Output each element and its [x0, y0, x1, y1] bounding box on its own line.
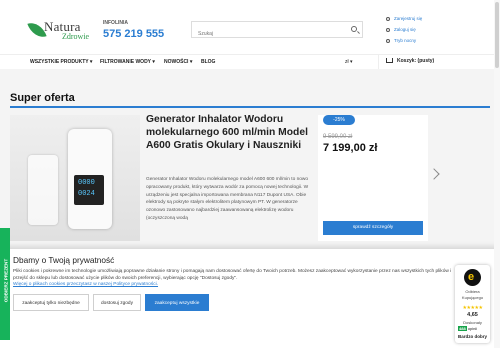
hotline-label: INFOLINIA [103, 20, 128, 26]
nav-blog[interactable]: BLOG [201, 59, 215, 65]
moon-icon [386, 39, 390, 43]
main-navigation: WSZYSTKIE PRODUKTY ▾ FILTROWANIE WODY ▾ … [0, 54, 500, 70]
currency-selector[interactable]: zł ▾ [345, 59, 353, 65]
gift-side-tab[interactable]: ODBIERZ PREZENT [0, 228, 10, 340]
page-scrollbar[interactable] [494, 0, 500, 348]
next-arrow-icon[interactable] [428, 168, 440, 180]
cookie-text: Pliki cookies i pokrewne im technologie … [13, 269, 452, 288]
search-input[interactable] [192, 26, 342, 42]
discount-badge: -25% [323, 115, 355, 125]
user-icon [386, 17, 390, 21]
product-description: Generator Inhalator Wodoru molekularnego… [146, 177, 309, 221]
nav-new[interactable]: NOWOŚCI ▾ [164, 59, 192, 65]
rating-stars-icon: ★★★★★ [462, 305, 483, 311]
badge-footer: Bardzo dobry [457, 334, 487, 339]
ekomi-logo-icon [464, 269, 481, 286]
hydrogen-generator-image: 0000 0024 [68, 129, 112, 229]
login-link[interactable]: Zaloguj się [386, 27, 416, 32]
product-title[interactable]: Generator Inhalator Wodoru molekularnego… [146, 113, 312, 152]
cart-link[interactable]: Koszyk: (pusty) [386, 58, 434, 64]
hotline-number[interactable]: 575 219 555 [103, 28, 164, 40]
cookie-title: Dbamy o Twoją prywatność [13, 255, 115, 265]
water-bottle-image [28, 155, 58, 225]
gift-tab-label: ODBIERZ PREZENT [3, 258, 9, 303]
register-link[interactable]: Zarejestruj się [386, 16, 422, 21]
main-content: Super oferta 0000 0024 Generator Inhalat… [0, 69, 500, 249]
review-count: 488 opinii [458, 326, 478, 331]
rating-score: 4,65 [467, 312, 478, 318]
login-icon [386, 28, 390, 32]
privacy-policy-link[interactable]: Więcej o plikach cookies przeczytasz w n… [13, 282, 158, 287]
logo-text-secondary: Zdrowie [62, 32, 90, 41]
section-underline [10, 106, 490, 108]
night-mode-link[interactable]: Tryb nocny [386, 38, 416, 43]
price-panel: -25% 9 599,00 zł 7 199,00 zł sprawdź szc… [318, 115, 428, 241]
section-title: Super oferta [10, 92, 75, 104]
logo[interactable]: Natura Zdrowie [27, 18, 100, 44]
nav-all-products[interactable]: WSZYSTKIE PRODUKTY ▾ [30, 59, 92, 65]
nav-water-filtering[interactable]: FILTROWANIE WODY ▾ [100, 59, 155, 65]
trust-badge[interactable]: Odbiera Kupującego ★★★★★ 4,65 Doskonały … [455, 265, 490, 343]
check-details-button[interactable]: sprawdź szczegóły [323, 221, 423, 235]
badge-line2: Kupującego [461, 295, 484, 300]
product-image[interactable]: 0000 0024 [10, 115, 140, 241]
scrollbar-thumb[interactable] [495, 2, 499, 68]
search-box[interactable] [191, 21, 363, 42]
cart-icon [386, 58, 393, 63]
old-price: 9 599,00 zł [323, 134, 353, 140]
header: Natura Zdrowie INFOLINIA 575 219 555 Zar… [0, 0, 500, 58]
current-price: 7 199,00 zł [323, 142, 378, 154]
customize-consent-button[interactable]: dostosuj zgody [93, 294, 141, 311]
cookie-consent-banner: Dbamy o Twoją prywatność Pliki cookies i… [0, 249, 500, 348]
badge-line1: Odbiera [465, 289, 480, 294]
accept-necessary-button[interactable]: zaakceptuj tylko niezbędne [13, 294, 89, 311]
accept-all-button[interactable]: zaakceptuj wszystkie [145, 294, 209, 311]
rating-word: Doskonały [463, 320, 482, 325]
search-icon[interactable] [351, 26, 357, 32]
divider [378, 55, 379, 70]
device-display: 0000 0024 [74, 175, 104, 205]
